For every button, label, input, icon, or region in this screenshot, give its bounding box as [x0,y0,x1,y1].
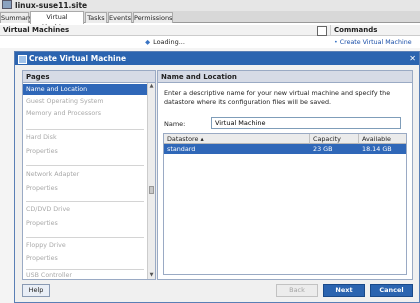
datastore-name-cell: standard [167,145,196,153]
tab-events[interactable]: Events [108,12,132,23]
page-floppy-drive-properties[interactable]: Properties [23,253,147,264]
tab-summary[interactable]: Summary [0,12,32,23]
create-virtual-machine-command[interactable]: • Create Virtual Machine [334,38,420,48]
back-button[interactable]: Back [276,284,318,297]
tab-tasks[interactable]: Tasks [85,12,107,23]
page-guest-operating-system[interactable]: Guest Operating System [23,96,147,107]
virtual-machines-header: Virtual Machines [0,25,330,36]
cancel-button[interactable]: Cancel [370,284,413,297]
page-memory-and-processors[interactable]: Memory and Processors [23,108,147,119]
page-cd-dvd-drive-properties[interactable]: Properties [23,218,147,229]
name-label: Name: [164,120,186,128]
page-cd-dvd-drive[interactable]: CD/DVD Drive [23,204,147,215]
column-header-datastore[interactable]: Datastore ▴ [164,134,310,144]
tab-bar: Summary Virtual Machines Tasks Events Pe… [0,11,420,31]
close-icon[interactable]: ✕ [409,52,416,65]
table-row[interactable]: standard 23 GB 18.14 GB [164,144,406,154]
pages-panel: Pages Name and Location Guest Operating … [22,70,156,280]
page-network-adapter-properties[interactable]: Properties [23,183,147,194]
vm-name-input[interactable] [211,117,401,129]
page-hard-disk-properties[interactable]: Properties [23,146,147,157]
scroll-down-icon[interactable]: ▼ [148,272,155,279]
loading-text: Loading... [153,38,185,46]
pages-scrollbar[interactable]: ▲ ▼ [147,83,155,279]
capacity-cell: 23 GB [313,145,333,153]
description-text: Enter a descriptive name for your new vi… [164,89,391,106]
host-title: linux-suse11.site [15,1,88,10]
host-title-bar: linux-suse11.site [0,0,420,11]
loading-indicator: ◆ Loading... [0,37,330,47]
page-usb-controller[interactable]: USB Controller [23,270,147,281]
help-button[interactable]: Help [22,284,50,297]
pages-header: Pages [23,71,155,83]
available-cell: 18.14 GB [362,145,392,153]
page-separator [26,237,144,238]
next-button[interactable]: Next [323,284,365,297]
page-hard-disk[interactable]: Hard Disk [23,132,147,143]
datastore-table: Datastore ▴ Capacity Available standard … [163,133,407,275]
loading-icon: ◆ [145,38,151,46]
column-header-available[interactable]: Available [359,134,406,144]
section-header: Name and Location [158,71,412,83]
dialog-title: Create Virtual Machine [29,54,127,63]
name-and-location-panel: Name and Location Enter a descriptive na… [157,70,413,280]
commands-header: Commands [330,25,420,36]
scroll-up-icon[interactable]: ▲ [148,83,155,90]
bullet-icon: • [334,39,338,46]
dialog-title-bar: Create Virtual Machine ✕ [15,52,419,65]
tab-permissions[interactable]: Permissions [133,12,173,23]
create-vm-link[interactable]: Create Virtual Machine [340,39,412,46]
scrollbar-thumb[interactable] [149,186,154,194]
page-separator [26,129,144,130]
page-floppy-drive[interactable]: Floppy Drive [23,240,147,251]
page-separator [26,165,144,166]
create-vm-dialog: Create Virtual Machine ✕ Pages Name and … [14,51,420,303]
column-header-capacity[interactable]: Capacity [310,134,359,144]
page-separator [26,201,144,202]
server-icon [2,0,12,9]
virtual-machines-title: Virtual Machines [3,26,70,34]
vm-icon [18,55,27,64]
page-name-and-location[interactable]: Name and Location [23,84,147,95]
panel-toggle-icon[interactable] [317,26,327,36]
tab-virtual-machines[interactable]: Virtual Machines [30,11,84,31]
page-network-adapter[interactable]: Network Adapter [23,169,147,180]
